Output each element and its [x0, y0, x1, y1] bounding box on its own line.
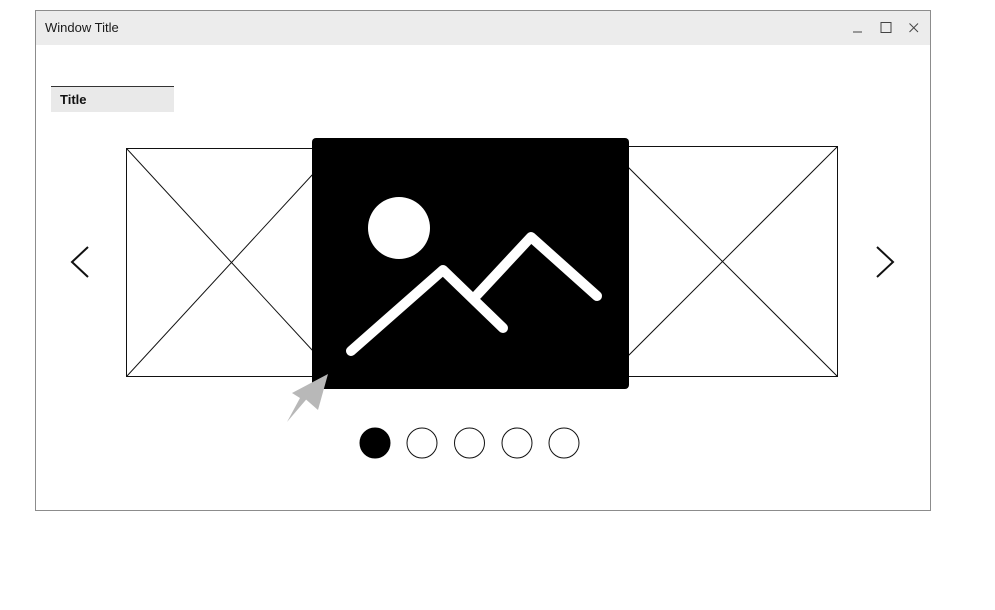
slide-right-placeholder[interactable] [607, 146, 838, 377]
pagination-dots [359, 427, 580, 459]
slide-active[interactable] [312, 138, 629, 389]
slide-left-placeholder[interactable] [126, 148, 337, 377]
pagination-dot-1[interactable] [359, 427, 391, 459]
next-button[interactable] [865, 235, 905, 291]
carousel [60, 138, 905, 459]
pagination-dot-3[interactable] [454, 427, 485, 459]
pagination-dot-5[interactable] [548, 427, 580, 459]
pagination-dot-4[interactable] [501, 427, 533, 459]
pagination-dot-2[interactable] [406, 427, 438, 459]
mouse-pointer-icon [287, 374, 328, 422]
prev-button[interactable] [60, 235, 100, 291]
